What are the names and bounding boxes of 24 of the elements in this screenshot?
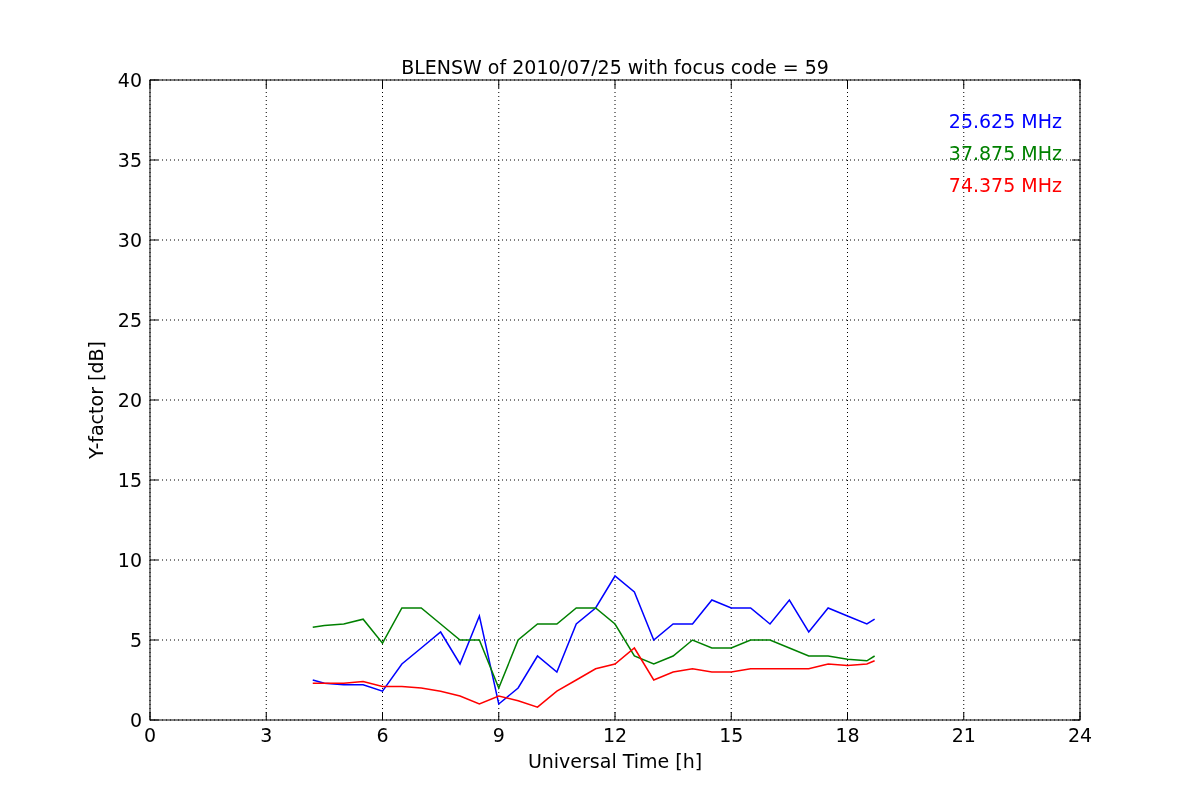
legend-label: 25.625 MHz bbox=[948, 110, 1062, 132]
y-tick-label: 35 bbox=[117, 149, 142, 171]
y-tick-label: 20 bbox=[117, 389, 142, 411]
y-tick-label: 10 bbox=[117, 549, 142, 571]
x-tick-label: 3 bbox=[260, 724, 273, 746]
chart-title: BLENSW of 2010/07/25 with focus code = 59 bbox=[401, 56, 829, 78]
x-tick-label: 21 bbox=[951, 724, 976, 746]
legend-label: 37.875 MHz bbox=[948, 142, 1062, 164]
legend-label: 74.375 MHz bbox=[948, 174, 1062, 196]
y-tick-label: 30 bbox=[117, 229, 142, 251]
x-tick-label: 12 bbox=[602, 724, 628, 746]
y-tick-label: 40 bbox=[117, 69, 142, 91]
y-tick-label: 25 bbox=[117, 309, 142, 331]
x-tick-label: 15 bbox=[719, 724, 744, 746]
x-tick-label: 18 bbox=[835, 724, 860, 746]
x-tick-label: 24 bbox=[1067, 724, 1093, 746]
y-tick-label: 15 bbox=[117, 469, 142, 491]
x-axis-label: Universal Time [h] bbox=[527, 750, 703, 772]
x-tick-label: 0 bbox=[143, 724, 157, 746]
y-axis-label: Y-factor [dB] bbox=[85, 341, 107, 459]
x-tick-label: 9 bbox=[492, 724, 505, 746]
y-tick-label: 0 bbox=[129, 709, 142, 731]
x-tick-label: 6 bbox=[376, 724, 389, 746]
y-tick-label: 5 bbox=[129, 629, 142, 651]
